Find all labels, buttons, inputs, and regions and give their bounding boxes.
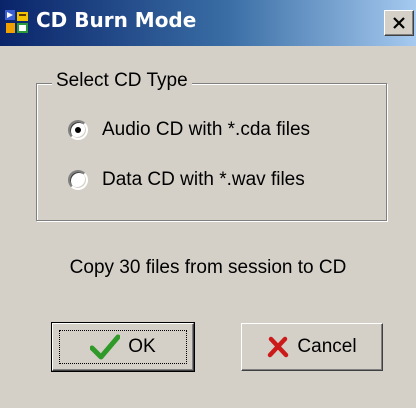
cancel-button[interactable]: Cancel — [241, 323, 383, 371]
radio-selected-dot — [75, 127, 81, 133]
red-x-icon — [268, 336, 289, 358]
ok-button-label: OK — [128, 336, 156, 357]
radio-data-cd[interactable]: Data CD with *.wav files — [68, 166, 305, 194]
cd-burn-app-icon — [5, 10, 28, 33]
window-title: CD Burn Mode — [36, 8, 197, 32]
radio-data-cd-indicator[interactable] — [68, 170, 88, 190]
title-bar[interactable]: CD Burn Mode — [0, 0, 416, 46]
ok-button[interactable]: OK — [51, 322, 195, 372]
close-button[interactable] — [384, 10, 414, 36]
radio-audio-cd-label[interactable]: Audio CD with *.cda files — [102, 119, 310, 141]
groupbox-legend: Select CD Type — [52, 70, 192, 92]
cancel-button-label: Cancel — [297, 336, 357, 357]
copy-info-text: Copy 30 files from session to CD — [69, 257, 347, 278]
radio-data-cd-label[interactable]: Data CD with *.wav files — [102, 169, 305, 191]
cd-burn-mode-dialog: CD Burn Mode Select CD Type Audio CD wit… — [0, 0, 416, 408]
checkmark-icon — [90, 334, 121, 360]
cd-type-groupbox — [36, 83, 387, 221]
radio-audio-cd-indicator[interactable] — [68, 120, 88, 140]
close-icon — [393, 17, 405, 29]
radio-audio-cd[interactable]: Audio CD with *.cda files — [68, 116, 310, 144]
